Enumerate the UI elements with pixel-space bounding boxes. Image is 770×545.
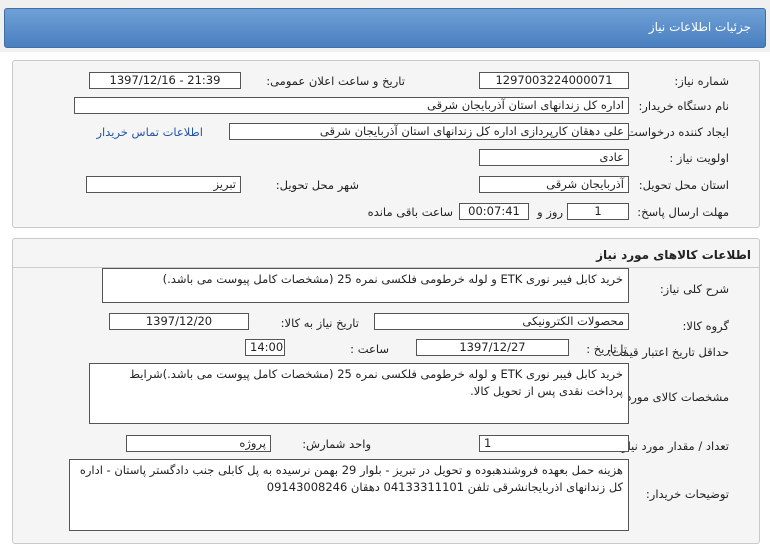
hour-field: 14:00	[245, 339, 285, 356]
need-number-label: شماره نیاز:	[674, 74, 729, 88]
to-date-field: 1397/12/27	[416, 339, 569, 356]
days-unit-label: روز و	[537, 205, 563, 219]
priority-label: اولویت نیاز :	[669, 151, 729, 165]
priority-field: عادی	[479, 149, 629, 166]
goods-info-panel: اطلاعات کالاهای مورد نیاز شرح کلی نیاز: …	[12, 238, 760, 544]
unit-field: پروژه	[126, 435, 271, 452]
time-left-label: ساعت باقی مانده	[367, 205, 453, 219]
deadline-label: مهلت ارسال پاسخ:	[637, 205, 729, 219]
delivery-city-label: شهر محل تحویل:	[275, 178, 359, 192]
delivery-city-field: تبریز	[86, 176, 241, 193]
buyer-org-field: اداره کل زندانهای استان آذربایجان شرقی	[74, 97, 629, 114]
hour-label: ساعت :	[350, 342, 389, 356]
buyer-contact-link[interactable]: اطلاعات تماس خریدار	[96, 125, 203, 139]
need-date-field: 1397/12/20	[109, 313, 249, 330]
need-date-label: تاریخ نیاز به کالا:	[280, 316, 359, 330]
announce-datetime-label: تاریخ و ساعت اعلان عمومی:	[266, 74, 405, 88]
need-info-panel: شماره نیاز: 1297003224000071 تاریخ و ساع…	[12, 60, 760, 228]
goods-group-field: محصولات الکترونیکی	[374, 313, 629, 330]
unit-label: واحد شمارش:	[302, 437, 371, 451]
deadline-time-field: 00:07:41	[459, 203, 529, 220]
buyer-org-label: نام دستگاه خریدار:	[638, 99, 729, 113]
requester-field: علی دهقان کارپردازی اداره کل زندانهای اس…	[229, 123, 629, 140]
delivery-province-field: آذربایجان شرقی	[479, 176, 629, 193]
title-bar: جزئیات اطلاعات نیاز	[0, 0, 770, 52]
page-title: جزئیات اطلاعات نیاز	[648, 20, 751, 34]
announce-datetime-field: 1397/12/16 - 21:39	[89, 72, 241, 89]
quantity-label: تعداد / مقدار مورد نیاز:	[618, 439, 729, 453]
buyer-notes-field: هزینه حمل بعهده فروشندهبوده و تحویل در ت…	[69, 459, 629, 531]
to-date-label: تا تاریخ :	[586, 342, 627, 356]
title-bar-header: جزئیات اطلاعات نیاز	[4, 8, 766, 48]
delivery-province-label: استان محل تحویل:	[638, 178, 729, 192]
requester-label: ایجاد کننده درخواست:	[623, 125, 729, 139]
deadline-days-field: 1	[567, 203, 629, 220]
summary-field: خرید کابل فیبر نوری ETK و لوله خرطومی فل…	[102, 268, 629, 303]
goods-group-label: گروه کالا:	[682, 319, 729, 333]
need-number-field: 1297003224000071	[479, 72, 629, 89]
buyer-notes-label: توضیحات خریدار:	[645, 487, 729, 501]
goods-section-title: اطلاعات کالاهای مورد نیاز	[596, 248, 751, 262]
spec-field: خرید کابل فیبر نوری ETK و لوله خرطومی فل…	[89, 363, 629, 424]
quantity-field: 1	[479, 435, 629, 452]
summary-label: شرح کلی نیاز:	[659, 282, 729, 296]
